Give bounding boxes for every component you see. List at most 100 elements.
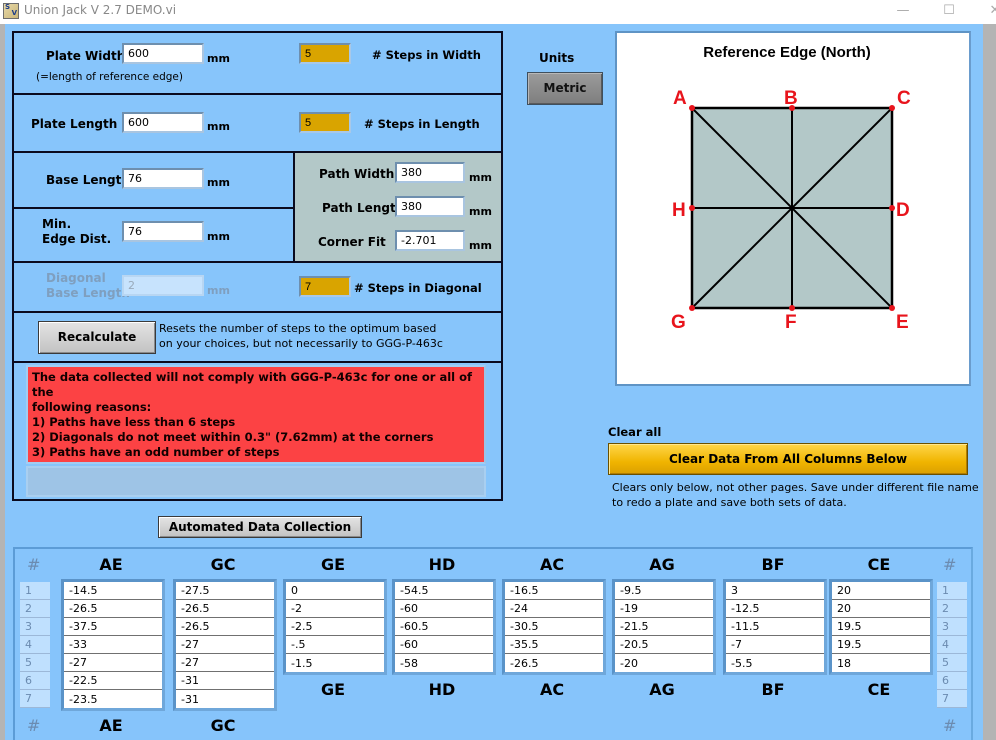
plate-length-input[interactable] bbox=[122, 112, 204, 133]
cell-bf-5[interactable] bbox=[726, 654, 824, 672]
cell-gc-2[interactable] bbox=[176, 600, 274, 618]
cell-gc-1[interactable] bbox=[176, 582, 274, 600]
cell-hd-2[interactable] bbox=[395, 600, 493, 618]
point-g-label: G bbox=[671, 312, 686, 333]
plate-length-label: Plate Length bbox=[31, 117, 118, 131]
cell-hd-5[interactable] bbox=[395, 654, 493, 672]
column-header-ag: AG bbox=[649, 555, 675, 574]
maximize-button[interactable]: ☐ bbox=[926, 0, 972, 22]
cell-ac-3[interactable] bbox=[505, 618, 603, 636]
base-length-row: Base Length mm bbox=[14, 153, 293, 209]
plate-length-row: Plate Length mm # Steps in Length bbox=[14, 95, 501, 153]
cell-ac-4[interactable] bbox=[505, 636, 603, 654]
cell-hd-4[interactable] bbox=[395, 636, 493, 654]
plate-width-input[interactable] bbox=[122, 43, 204, 64]
cell-gc-4[interactable] bbox=[176, 636, 274, 654]
units-toggle-button[interactable]: Metric bbox=[527, 72, 603, 105]
cell-ge-4[interactable] bbox=[286, 636, 384, 654]
automated-data-collection-button[interactable]: Automated Data Collection bbox=[158, 516, 362, 538]
min-edge-dist-input[interactable] bbox=[122, 221, 204, 242]
corner-fit-output bbox=[395, 230, 465, 251]
close-button[interactable]: ✕ bbox=[972, 0, 996, 22]
cell-bf-2[interactable] bbox=[726, 600, 824, 618]
diagonal-base-label-1: Diagonal bbox=[46, 271, 106, 285]
diagonal-base-length-input bbox=[122, 275, 204, 296]
point-g-marker bbox=[689, 305, 695, 311]
cell-ac-1[interactable] bbox=[505, 582, 603, 600]
cell-ge-5[interactable] bbox=[286, 654, 384, 672]
data-column-ac bbox=[502, 579, 606, 675]
plate-width-unit: mm bbox=[207, 52, 230, 65]
cell-ce-4[interactable] bbox=[832, 636, 930, 654]
base-length-label: Base Length bbox=[46, 173, 130, 187]
diagram-title: Reference Edge (North) bbox=[703, 44, 871, 61]
cell-gc-7[interactable] bbox=[176, 690, 274, 708]
cell-ae-5[interactable] bbox=[64, 654, 162, 672]
cell-gc-5[interactable] bbox=[176, 654, 274, 672]
window-title: Union Jack V 2.7 DEMO.vi bbox=[24, 3, 177, 17]
row-index-1: 1 bbox=[937, 582, 967, 600]
point-c-marker bbox=[889, 105, 895, 111]
cell-ae-6[interactable] bbox=[64, 672, 162, 690]
reference-diagram: Reference Edge (North) A B C D E F G H bbox=[615, 31, 971, 386]
column-footer-ac: AC bbox=[539, 680, 565, 699]
point-e-label: E bbox=[896, 312, 909, 333]
steps-in-diagonal-input[interactable] bbox=[299, 276, 351, 297]
data-column-ag bbox=[612, 579, 716, 675]
recalculate-button[interactable]: Recalculate bbox=[38, 321, 156, 354]
cell-ae-3[interactable] bbox=[64, 618, 162, 636]
cell-ce-3[interactable] bbox=[832, 618, 930, 636]
cell-gc-3[interactable] bbox=[176, 618, 274, 636]
data-column-hd bbox=[392, 579, 496, 675]
clear-note: Clears only below, not other pages. Save… bbox=[612, 481, 979, 509]
compliance-warning: The data collected will not comply with … bbox=[26, 365, 486, 464]
cell-ae-7[interactable] bbox=[64, 690, 162, 708]
column-header-ae: AE bbox=[99, 555, 123, 574]
cell-ce-5[interactable] bbox=[832, 654, 930, 672]
row-index-5: 5 bbox=[937, 654, 967, 672]
cell-ge-1[interactable] bbox=[286, 582, 384, 600]
cell-hd-3[interactable] bbox=[395, 618, 493, 636]
row-index-right: 1234567 bbox=[937, 582, 967, 708]
cell-ae-1[interactable] bbox=[64, 582, 162, 600]
row-index-2: 2 bbox=[20, 600, 50, 618]
data-column-ge bbox=[283, 579, 387, 675]
row-index-6: 6 bbox=[20, 672, 50, 690]
clear-all-columns-button[interactable]: Clear Data From All Columns Below bbox=[608, 443, 968, 475]
steps-in-length-input[interactable] bbox=[299, 112, 351, 133]
cell-gc-6[interactable] bbox=[176, 672, 274, 690]
base-length-input[interactable] bbox=[122, 168, 204, 189]
row-index-7: 7 bbox=[937, 690, 967, 708]
cell-ae-2[interactable] bbox=[64, 600, 162, 618]
plate-length-unit: mm bbox=[207, 120, 230, 133]
cell-ag-1[interactable] bbox=[615, 582, 713, 600]
column-footer-bf: BF bbox=[761, 680, 785, 699]
minimize-button[interactable]: — bbox=[880, 0, 926, 22]
path-width-label: Path Width bbox=[319, 167, 395, 181]
cell-ag-5[interactable] bbox=[615, 654, 713, 672]
data-column-ae bbox=[61, 579, 165, 711]
row-index-header-left: # bbox=[27, 555, 41, 574]
path-length-output bbox=[395, 196, 465, 217]
cell-ac-5[interactable] bbox=[505, 654, 603, 672]
cell-ag-4[interactable] bbox=[615, 636, 713, 654]
steps-in-width-label: # Steps in Width bbox=[372, 48, 481, 62]
cell-ge-3[interactable] bbox=[286, 618, 384, 636]
steps-in-width-input[interactable] bbox=[299, 43, 351, 64]
cell-ge-2[interactable] bbox=[286, 600, 384, 618]
cell-ag-3[interactable] bbox=[615, 618, 713, 636]
cell-bf-1[interactable] bbox=[726, 582, 824, 600]
cell-ce-2[interactable] bbox=[832, 600, 930, 618]
vertical-scrollbar[interactable] bbox=[983, 24, 996, 740]
cell-bf-3[interactable] bbox=[726, 618, 824, 636]
cell-ac-2[interactable] bbox=[505, 600, 603, 618]
point-a-label: A bbox=[673, 88, 687, 109]
diagonal-row: Diagonal Base Length mm # Steps in Diago… bbox=[14, 263, 501, 313]
cell-ce-1[interactable] bbox=[832, 582, 930, 600]
row-index-6: 6 bbox=[937, 672, 967, 690]
cell-ae-4[interactable] bbox=[64, 636, 162, 654]
measurement-table: # # # # 1234567 1234567 AEAEGCGCGEGEHDHD… bbox=[13, 547, 973, 740]
cell-ag-2[interactable] bbox=[615, 600, 713, 618]
cell-bf-4[interactable] bbox=[726, 636, 824, 654]
cell-hd-1[interactable] bbox=[395, 582, 493, 600]
